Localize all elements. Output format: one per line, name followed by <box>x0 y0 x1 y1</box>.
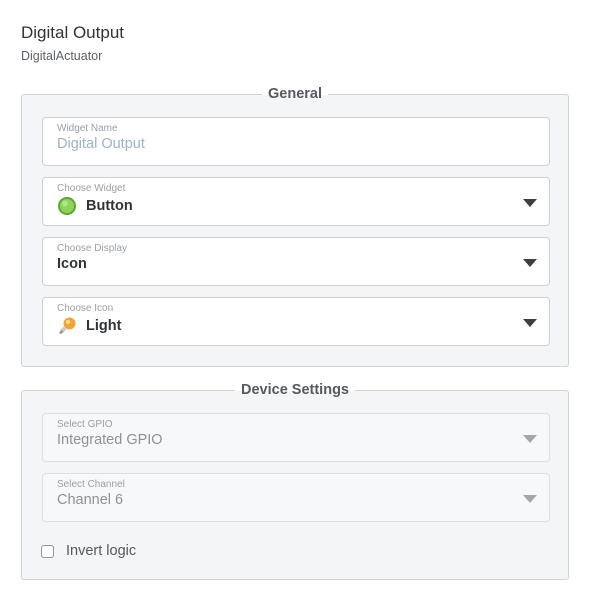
lightbulb-icon <box>57 316 77 336</box>
green-circle-icon <box>57 196 77 216</box>
choose-widget-label: Choose Widget <box>57 183 126 194</box>
chevron-down-icon[interactable] <box>523 435 537 443</box>
page-subtitle: DigitalActuator <box>21 49 103 63</box>
invert-logic-row[interactable]: Invert logic <box>41 543 136 559</box>
device-settings-legend: Device Settings <box>22 381 568 399</box>
chevron-down-icon[interactable] <box>523 495 537 503</box>
invert-logic-label[interactable]: Invert logic <box>66 543 136 559</box>
choose-icon-value: Light <box>57 316 121 336</box>
select-channel-value: Channel 6 <box>57 492 124 508</box>
choose-display-select[interactable]: Choose Display Icon <box>42 237 550 286</box>
choose-icon-text: Light <box>86 318 122 334</box>
page-title: Digital Output <box>21 23 124 42</box>
invert-logic-checkbox[interactable] <box>41 544 54 558</box>
general-legend: General <box>22 85 568 103</box>
chevron-down-icon[interactable] <box>523 319 537 327</box>
chevron-down-icon[interactable] <box>523 199 537 207</box>
widget-settings-page: Digital Output DigitalActuator General W… <box>0 0 593 603</box>
widget-name-label: Widget Name <box>57 123 118 134</box>
select-gpio-value: Integrated GPIO <box>57 432 163 448</box>
general-fieldset: General Widget Name Digital Output Choos… <box>21 86 569 367</box>
select-channel-label: Select Channel <box>57 479 125 490</box>
choose-widget-value: Button <box>57 196 133 216</box>
select-gpio-select[interactable]: Select GPIO Integrated GPIO <box>42 413 550 462</box>
choose-widget-select[interactable]: Choose Widget Button <box>42 177 550 226</box>
choose-icon-select[interactable]: Choose Icon Light <box>42 297 550 346</box>
widget-name-input[interactable]: Digital Output <box>57 136 145 152</box>
widget-name-field[interactable]: Widget Name Digital Output <box>42 117 550 166</box>
choose-display-label: Choose Display <box>57 243 128 254</box>
select-channel-select[interactable]: Select Channel Channel 6 <box>42 473 550 522</box>
chevron-down-icon[interactable] <box>523 259 537 267</box>
choose-display-value: Icon <box>57 256 87 272</box>
device-settings-fieldset: Device Settings Select GPIO Integrated G… <box>21 382 569 580</box>
select-gpio-label: Select GPIO <box>57 419 113 430</box>
choose-icon-label: Choose Icon <box>57 303 114 314</box>
choose-widget-text: Button <box>86 198 133 214</box>
